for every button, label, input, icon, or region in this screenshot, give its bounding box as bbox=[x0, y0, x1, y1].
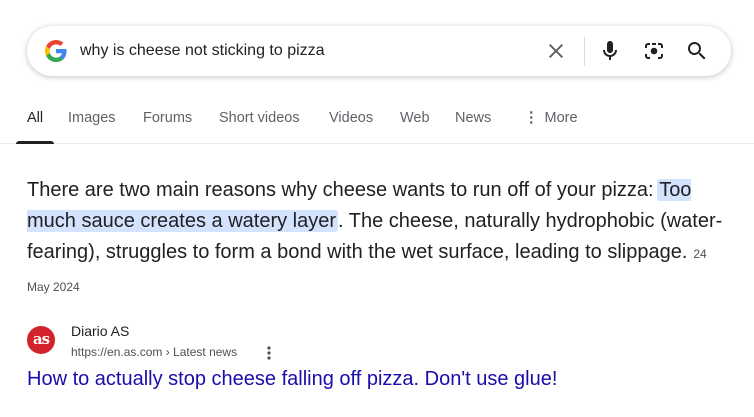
result-source[interactable]: as Diario AS https://en.as.com › Latest … bbox=[27, 322, 427, 362]
tab-short-videos[interactable]: Short videos bbox=[219, 110, 300, 126]
active-tab-indicator bbox=[16, 141, 54, 144]
tab-more[interactable]: ⋮ More bbox=[524, 110, 578, 126]
google-logo-icon bbox=[45, 40, 67, 62]
source-url: https://en.as.com › Latest news bbox=[71, 345, 238, 359]
tab-web[interactable]: Web bbox=[400, 110, 430, 126]
lens-camera-icon[interactable] bbox=[642, 39, 666, 63]
search-input[interactable] bbox=[80, 34, 530, 68]
search-icon[interactable] bbox=[685, 39, 709, 63]
snippet-intro: There are two main reasons why cheese wa… bbox=[27, 179, 654, 201]
tab-videos[interactable]: Videos bbox=[329, 110, 373, 126]
microphone-icon[interactable] bbox=[598, 39, 622, 63]
tab-images[interactable]: Images bbox=[68, 110, 116, 126]
more-options-icon[interactable] bbox=[263, 344, 275, 362]
tab-news[interactable]: News bbox=[455, 110, 491, 126]
featured-snippet: There are two main reasons why cheese wa… bbox=[27, 175, 727, 303]
tab-forums[interactable]: Forums bbox=[143, 110, 192, 126]
more-vert-icon: ⋮ bbox=[524, 110, 539, 126]
search-bar[interactable] bbox=[27, 26, 731, 76]
search-tabs: All Images Forums Short videos Videos We… bbox=[0, 104, 754, 144]
source-name: Diario AS bbox=[71, 323, 130, 339]
diario-as-favicon-icon: as bbox=[27, 326, 55, 354]
tab-all[interactable]: All bbox=[27, 110, 43, 126]
result-title-link[interactable]: How to actually stop cheese falling off … bbox=[27, 368, 557, 391]
clear-icon[interactable] bbox=[544, 39, 568, 63]
tab-more-label: More bbox=[544, 110, 578, 126]
search-bar-divider bbox=[584, 37, 585, 66]
